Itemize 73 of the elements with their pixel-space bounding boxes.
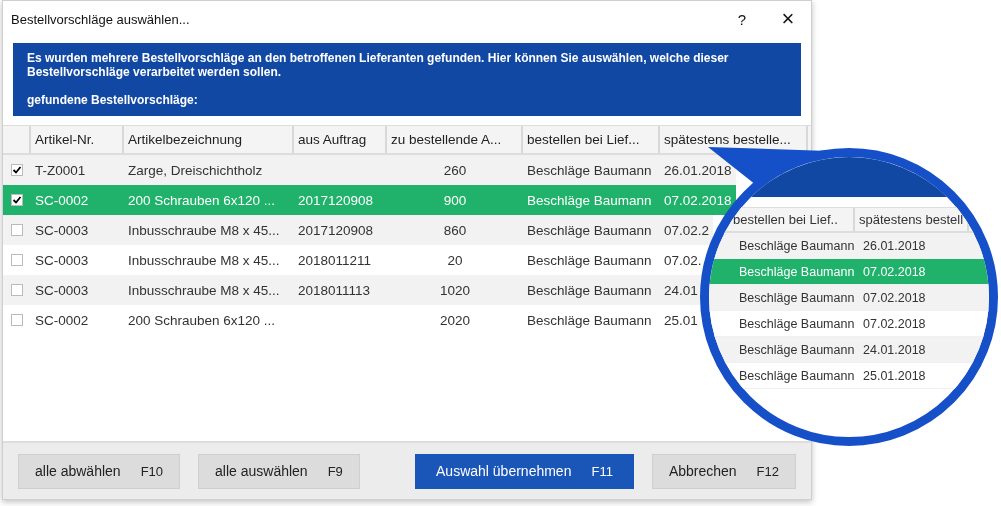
table-cell: 07.02.2: [664, 222, 710, 238]
table-cell-text: 07.02.2018: [862, 316, 926, 331]
column-header[interactable]: aus Auftrag: [294, 126, 387, 153]
table-cell-text: Beschläge Baumann: [738, 368, 856, 383]
table-cell: 2018011211: [298, 252, 372, 268]
help-button[interactable]: ?: [719, 4, 765, 34]
table-cell: SC-0003: [35, 282, 89, 298]
table-cell: 200 Schrauben 6x120 ...: [128, 192, 276, 208]
table-row[interactable]: SC-0003 Inbusschraube M8 x 45... 2018011113 1020 Beschläge Baumann 24.01: [3, 275, 702, 305]
table-cell: Beschläge Baumann: [527, 222, 652, 238]
column-header: spätestens bestell: [855, 208, 970, 231]
table-cell: Beschläge Baumann: [527, 252, 652, 268]
table-cell-text: Beschläge Baumann: [738, 342, 856, 357]
table-cell: Beschläge Baumann: [527, 192, 652, 208]
table-cell: 2017120908: [298, 192, 374, 208]
checkbox[interactable]: [11, 224, 23, 236]
table-row[interactable]: SC-0003 Inbusschraube M8 x 45... 2018011211 20 Beschläge Baumann 07.02.: [3, 245, 706, 275]
banner-caption: gefundene Bestellvorschläge:: [27, 93, 199, 107]
table-cell-text: 07.02.2018: [862, 264, 926, 279]
table-cell: 07.02.2018: [664, 192, 732, 208]
checkbox[interactable]: [11, 254, 23, 266]
table-cell: SC-0002: [35, 192, 89, 208]
checkbox[interactable]: [11, 164, 23, 176]
table-cell-text: 24.01.2018: [862, 342, 926, 357]
table-cell: 26.01.2018: [664, 162, 732, 178]
table-cell-text: Beschläge Baumann: [738, 290, 856, 305]
table-cell: Beschläge Baumann: [527, 282, 652, 298]
table-cell: 20: [447, 252, 463, 268]
dialog-button[interactable]: Abbrechen F12: [651, 453, 796, 489]
table-cell: 2017120908: [298, 222, 374, 238]
table-cell-text: Beschläge Baumann: [738, 316, 856, 331]
table-cell-text: 25.01.2018: [862, 368, 926, 383]
table-row[interactable]: SC-0002 200 Schrauben 6x120 ... 2020 Beschläge Baumann 25.01: [3, 305, 702, 335]
column-header[interactable]: zu bestellende A...: [387, 126, 523, 153]
table-cell-text: Beschläge Baumann: [738, 264, 856, 279]
table-cell: 260: [443, 162, 467, 178]
table-cell: 1020: [439, 282, 470, 298]
table-row[interactable]: T-Z0001 Zarge, Dreischichtholz 260 Beschläge Baumann 26.01.2018: [3, 155, 736, 185]
table-cell: Zarge, Dreischichtholz: [128, 162, 263, 178]
table-cell: SC-0002: [35, 312, 89, 328]
checkbox[interactable]: [11, 314, 23, 326]
table-row[interactable]: SC-0003 Inbusschraube M8 x 45... 2017120908 860 Beschläge Baumann 07.02.2: [3, 215, 714, 245]
column-header[interactable]: Artikelbezeichnung: [124, 126, 294, 153]
table-cell: 2018011113: [298, 282, 371, 298]
column-header[interactable]: bestellen bei Lief...: [523, 126, 660, 153]
table-cell: Inbusschraube M8 x 45...: [128, 282, 280, 298]
table-cell: SC-0003: [35, 222, 89, 238]
table-cell: T-Z0001: [35, 162, 86, 178]
table-cell: Beschläge Baumann: [527, 312, 652, 328]
table-cell: Beschläge Baumann: [527, 162, 652, 178]
table-cell-text: 07.02.2018: [862, 290, 926, 305]
table-cell-text: Beschläge Baumann: [738, 238, 856, 253]
table-cell: 24.01: [664, 282, 698, 298]
checkbox[interactable]: [11, 284, 23, 296]
table-cell: 200 Schrauben 6x120 ...: [128, 312, 276, 328]
table-cell: 900: [443, 192, 467, 208]
column-header: bestellen bei Lief..: [729, 208, 855, 231]
table-cell-text: 26.01.2018: [862, 238, 926, 253]
table-cell: 2020: [439, 312, 470, 328]
dialog-button[interactable]: alle abwählen F10: [18, 453, 181, 489]
table-cell: Inbusschraube M8 x 45...: [128, 252, 280, 268]
banner-message: Es wurden mehrere Bestellvorschläge an den betroffenen Lieferanten gefunden. Hier können Sie auswählen, welche dieser Bestellvorschläge verarbeitet werden sollen.: [27, 51, 730, 79]
dialog-button[interactable]: alle auswählen F9: [198, 453, 360, 489]
table-cell: 07.02.: [664, 252, 702, 268]
window-title: Bestellvorschläge auswählen...: [11, 11, 190, 27]
table-cell: Inbusschraube M8 x 45...: [128, 222, 280, 238]
table-cell: 860: [443, 222, 467, 238]
table-cell: 25.01: [664, 312, 698, 328]
dialog-button[interactable]: Auswahl übernehmen F11: [415, 453, 634, 489]
close-button[interactable]: ×: [765, 4, 811, 34]
column-header[interactable]: Artikel-Nr.: [31, 126, 124, 153]
table-cell: SC-0003: [35, 252, 89, 268]
checkbox[interactable]: [11, 194, 23, 206]
